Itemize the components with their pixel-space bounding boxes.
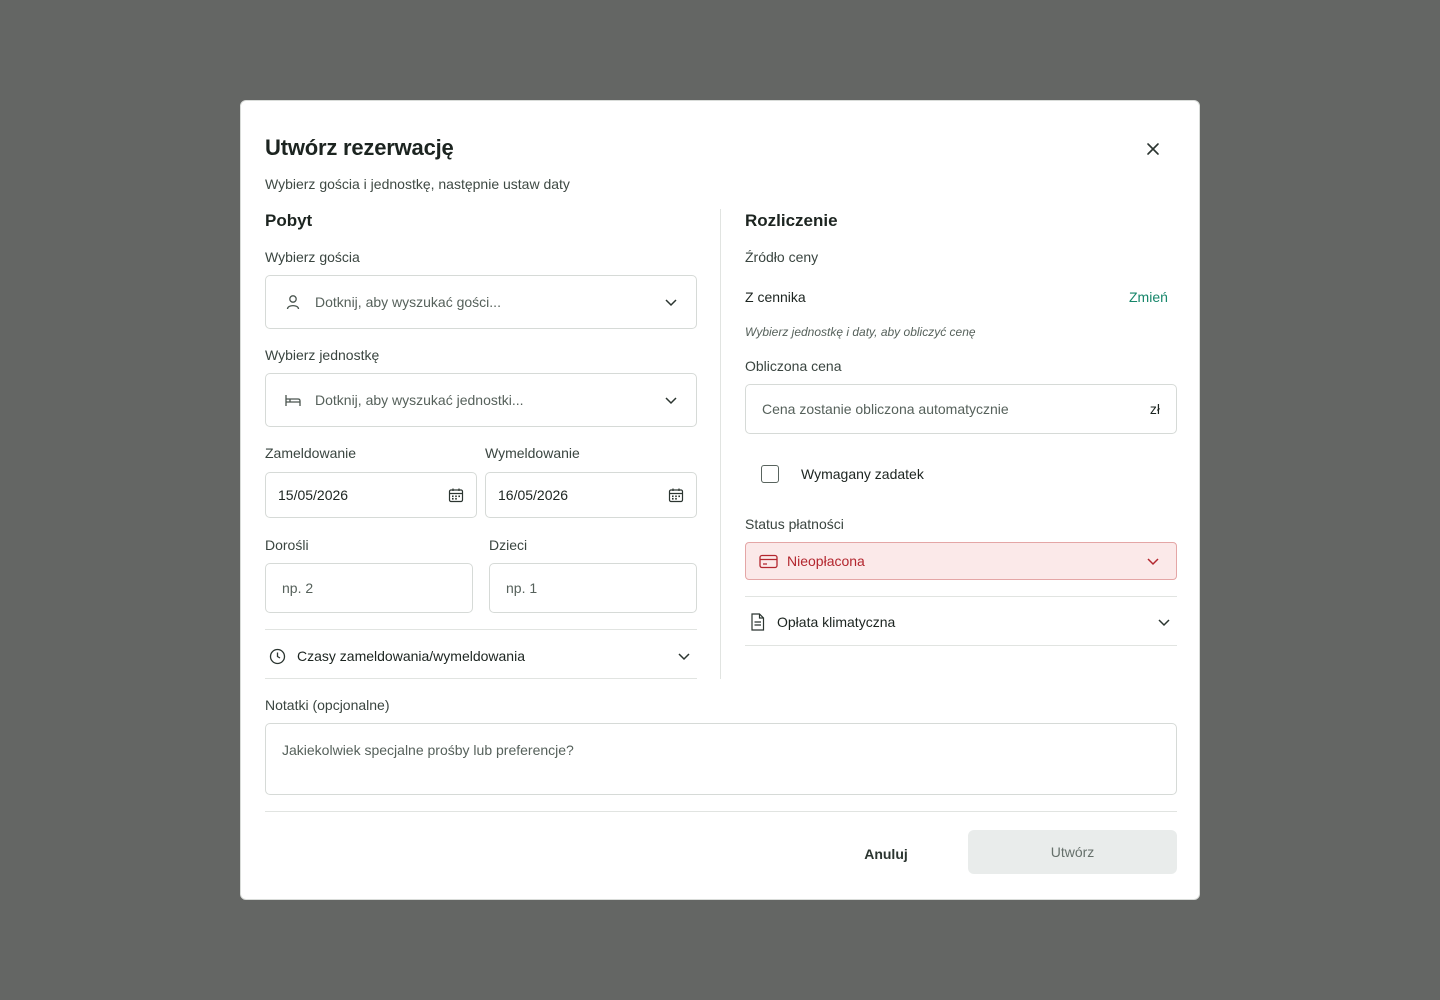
- calculated-price-label: Obliczona cena: [745, 358, 842, 374]
- currency-suffix: zł: [1149, 401, 1160, 417]
- guest-select[interactable]: Dotknij, aby wyszukać gości...: [265, 275, 697, 329]
- checkin-date-value: 15/05/2026: [278, 487, 349, 503]
- clock-icon: [269, 648, 286, 665]
- checkin-date-field[interactable]: 15/05/2026: [265, 472, 477, 518]
- create-reservation-dialog: Utwórz rezerwację Wybierz gościa i jedno…: [240, 100, 1200, 900]
- price-source-value: Z cennika: [745, 289, 806, 305]
- price-hint: Wybierz jednostkę i daty, aby obliczyć c…: [745, 325, 976, 339]
- adults-input[interactable]: np. 2: [265, 563, 473, 613]
- dialog-subtitle: Wybierz gościa i jednostkę, następnie us…: [265, 176, 570, 192]
- notes-label: Notatki (opcjonalne): [265, 697, 390, 713]
- change-price-source-link[interactable]: Zmień: [1129, 289, 1168, 305]
- calendar-icon[interactable]: [448, 487, 464, 503]
- chevron-down-icon: [1157, 615, 1171, 629]
- chevron-down-icon: [664, 295, 678, 309]
- divider: [745, 645, 1177, 646]
- payment-status-select[interactable]: Nieopłacona: [745, 542, 1177, 580]
- deposit-checkbox[interactable]: [761, 465, 779, 483]
- column-divider: [720, 209, 721, 679]
- adults-input-placeholder: np. 2: [282, 580, 314, 596]
- checkout-date-value: 16/05/2026: [498, 487, 569, 503]
- close-icon: [1147, 143, 1159, 155]
- close-button[interactable]: [1141, 137, 1165, 161]
- guest-label: Wybierz gościa: [265, 249, 360, 265]
- checkout-date-field[interactable]: 16/05/2026: [485, 472, 697, 518]
- chevron-down-icon: [677, 649, 691, 663]
- children-input-placeholder: np. 1: [506, 580, 538, 596]
- stay-section-title: Pobyt: [265, 211, 313, 230]
- checkout-label: Wymeldowanie: [485, 445, 580, 461]
- create-button[interactable]: Utwórz: [968, 830, 1177, 874]
- unit-select-placeholder: Dotknij, aby wyszukać jednostki...: [315, 392, 524, 408]
- unit-label: Wybierz jednostkę: [265, 347, 380, 363]
- billing-section-title: Rozliczenie: [745, 211, 838, 230]
- dialog-title: Utwórz rezerwację: [265, 135, 454, 160]
- children-label: Dzieci: [489, 537, 528, 553]
- payment-status-label: Status płatności: [745, 516, 844, 532]
- climate-fee-label: Opłata klimatyczna: [777, 614, 896, 630]
- calculated-price-input[interactable]: Cena zostanie obliczona automatycznie zł: [745, 384, 1177, 434]
- divider: [265, 678, 697, 679]
- checkin-times-label: Czasy zameldowania/wymeldowania: [297, 648, 525, 664]
- chevron-down-icon: [1146, 554, 1160, 568]
- checkin-label: Zameldowanie: [265, 445, 357, 461]
- payment-status-value: Nieopłacona: [787, 553, 865, 569]
- notes-placeholder: Jakiekolwiek specjalne prośby lub prefer…: [282, 742, 574, 758]
- divider: [745, 596, 1177, 597]
- bed-icon: [284, 391, 302, 409]
- adults-label: Dorośli: [265, 537, 309, 553]
- credit-card-icon: [759, 554, 778, 569]
- cancel-button[interactable]: Anuluj: [851, 843, 921, 865]
- price-source-label: Źródło ceny: [745, 249, 819, 265]
- calculated-price-placeholder: Cena zostanie obliczona automatycznie: [762, 401, 1009, 417]
- divider: [265, 629, 697, 630]
- checkin-times-toggle[interactable]: Czasy zameldowania/wymeldowania: [265, 641, 697, 671]
- climate-fee-toggle[interactable]: Opłata klimatyczna: [745, 607, 1177, 637]
- document-icon: [750, 613, 765, 631]
- chevron-down-icon: [664, 393, 678, 407]
- footer-divider: [265, 811, 1177, 812]
- unit-select[interactable]: Dotknij, aby wyszukać jednostki...: [265, 373, 697, 427]
- deposit-label: Wymagany zadatek: [801, 466, 924, 482]
- guest-select-placeholder: Dotknij, aby wyszukać gości...: [315, 294, 501, 310]
- children-input[interactable]: np. 1: [489, 563, 697, 613]
- user-icon: [284, 293, 302, 311]
- calendar-icon[interactable]: [668, 487, 684, 503]
- notes-textarea[interactable]: Jakiekolwiek specjalne prośby lub prefer…: [265, 723, 1177, 795]
